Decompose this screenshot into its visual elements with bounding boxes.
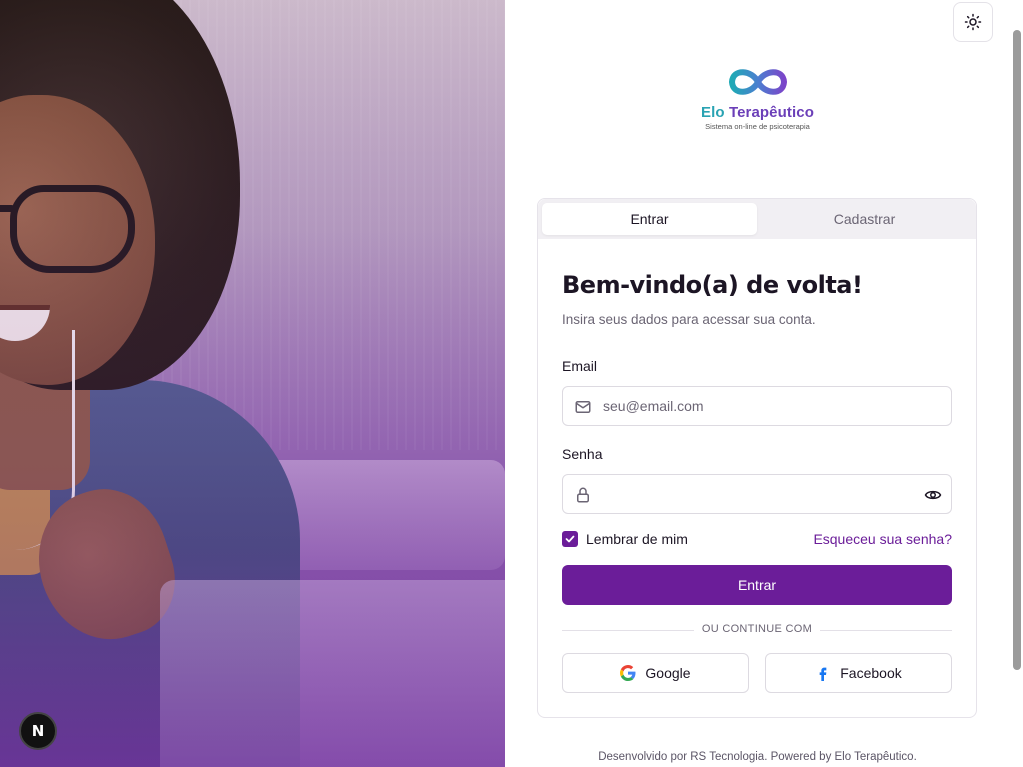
facebook-icon: [819, 667, 827, 681]
brand-name-part2: Terapêutico: [728, 104, 814, 121]
purple-overlay: [0, 0, 505, 767]
brand-tagline: Sistema on-line de psicoterapia: [705, 122, 810, 131]
sun-icon: [964, 13, 982, 31]
theme-toggle-button[interactable]: [953, 2, 993, 42]
password-field[interactable]: [603, 475, 903, 513]
divider-line-right: [820, 630, 952, 631]
facebook-login-button[interactable]: Facebook: [765, 653, 952, 693]
social-divider: OU CONTINUE COM: [562, 623, 952, 637]
auth-card: Entrar Cadastrar Bem-vindo(a) de volta! …: [537, 198, 977, 718]
brand-name: Elo Terapêutico: [695, 104, 820, 121]
hero-image: [0, 0, 505, 767]
password-field-wrapper: [562, 474, 952, 514]
remember-me-checkbox[interactable]: [562, 531, 578, 547]
brand-logo: Elo Terapêutico Sistema on-line de psico…: [695, 62, 820, 142]
forgot-password-link[interactable]: Esqueceu sua senha?: [813, 531, 952, 547]
google-icon: [620, 665, 636, 681]
facebook-button-label: Facebook: [840, 665, 902, 681]
password-label: Senha: [562, 446, 603, 462]
divider-text: OU CONTINUE COM: [701, 623, 813, 635]
remember-me[interactable]: Lembrar de mim: [562, 531, 688, 547]
google-login-button[interactable]: Google: [562, 653, 749, 693]
brand-name-part1: Elo: [701, 104, 725, 121]
nextjs-logo-icon: N: [31, 722, 45, 740]
lock-icon: [577, 487, 589, 503]
mail-icon: [575, 401, 591, 413]
show-password-eye-icon[interactable]: [924, 486, 942, 504]
email-field[interactable]: [603, 387, 903, 425]
check-icon: [565, 535, 575, 543]
infinity-logo-icon: [728, 69, 787, 95]
footer-text: Desenvolvido por RS Tecnologia. Powered …: [598, 751, 917, 763]
page-title: Bem-vindo(a) de volta!: [562, 271, 863, 299]
nextjs-dev-badge[interactable]: N: [19, 712, 57, 750]
auth-tabs: Entrar Cadastrar: [538, 199, 976, 239]
remember-me-label[interactable]: Lembrar de mim: [586, 531, 688, 547]
page-scrollbar[interactable]: [1013, 30, 1021, 670]
login-submit-button[interactable]: Entrar: [562, 565, 952, 605]
google-button-label: Google: [645, 665, 691, 681]
email-label: Email: [562, 358, 598, 374]
tab-cadastrar[interactable]: Cadastrar: [757, 203, 972, 235]
email-field-wrapper: [562, 386, 952, 426]
tab-entrar[interactable]: Entrar: [542, 203, 757, 235]
page-subtitle: Insira seus dados para acessar sua conta…: [562, 312, 816, 327]
